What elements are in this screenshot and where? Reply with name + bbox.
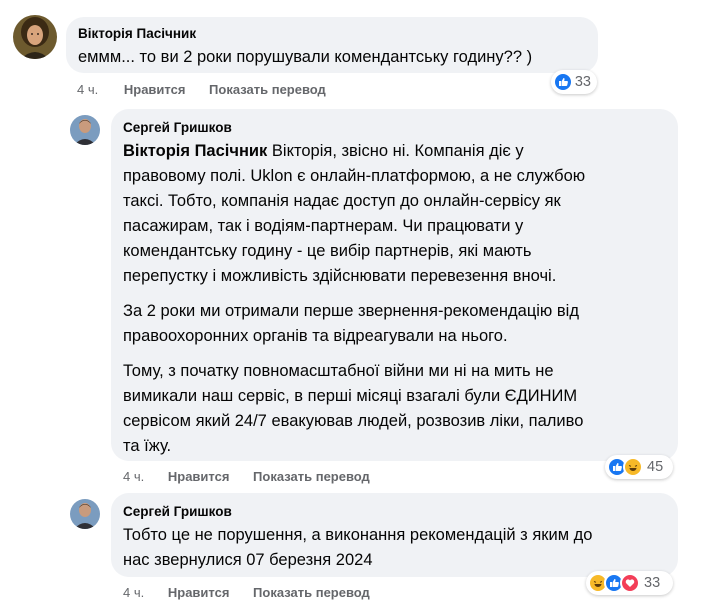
- avatar-viktoriia[interactable]: [13, 15, 57, 59]
- reaction-count: 33: [574, 74, 591, 90]
- reply-bubble: Сергей Гришков Вікторія Пасічник Вікторі…: [111, 109, 678, 461]
- reaction-count: 33: [644, 575, 661, 591]
- reply-line: пасажирам, так і водіям-партнерам. Чи пр…: [123, 217, 524, 235]
- like-button[interactable]: Нравится: [168, 585, 230, 600]
- like-button[interactable]: Нравится: [124, 82, 186, 97]
- timestamp[interactable]: 4 ч.: [123, 469, 144, 485]
- reply-line: За 2 роки ми отримали перше звернення-ре…: [123, 302, 579, 320]
- reaction-count: 45: [647, 459, 664, 475]
- reply-line: комендантську годину - це вибір партнері…: [123, 242, 532, 260]
- reply-line: Тому, з початку повномасштабної війни ми…: [123, 362, 554, 380]
- reply-line: нас звернулися 07 березня 2024: [123, 551, 373, 569]
- reply-paragraph-2: За 2 роки ми отримали перше звернення-ре…: [123, 299, 666, 349]
- avatar-serhii[interactable]: [70, 115, 100, 145]
- reply-bubble: Сергей Гришков Тобто це не порушення, а …: [111, 493, 678, 577]
- reply-line: Тобто це не порушення, а виконання реком…: [123, 526, 593, 544]
- like-button[interactable]: Нравится: [168, 469, 230, 484]
- like-icon: [553, 72, 573, 92]
- love-icon: [620, 573, 640, 593]
- reply-line: перепустку і можливість здійснювати пере…: [123, 267, 557, 285]
- avatar-serhii[interactable]: [70, 499, 100, 529]
- mention-link[interactable]: Вікторія Пасічник: [123, 142, 267, 160]
- reply-text: Тобто це не порушення, а виконання реком…: [123, 523, 666, 573]
- reply-line: таксі. Тобто, компанія надає доступ до о…: [123, 192, 561, 210]
- haha-icon: [623, 457, 643, 477]
- reaction-summary[interactable]: 45: [605, 455, 673, 479]
- reaction-summary[interactable]: 33: [586, 571, 673, 595]
- comment-text: еммм... то ви 2 роки порушували комендан…: [78, 48, 533, 66]
- timestamp[interactable]: 4 ч.: [77, 82, 98, 98]
- timestamp[interactable]: 4 ч.: [123, 585, 144, 601]
- comment-actions: 4 ч. Нравится Показать перевод: [77, 82, 341, 98]
- reply-line: та їжу.: [123, 437, 172, 455]
- reply-paragraph-3: Тому, з початку повномасштабної війни ми…: [123, 359, 666, 459]
- reply-author[interactable]: Сергей Гришков: [123, 119, 666, 137]
- translate-button[interactable]: Показать перевод: [253, 469, 370, 484]
- reaction-summary[interactable]: 33: [551, 70, 597, 94]
- reply-author[interactable]: Сергей Гришков: [123, 503, 666, 521]
- reply-line: вимикали наш сервіс, в перші місяці взаг…: [123, 387, 578, 405]
- translate-button[interactable]: Показать перевод: [209, 82, 326, 97]
- reply-actions: 4 ч. Нравится Показать перевод: [123, 585, 385, 601]
- reply-text: Вікторія Пасічник Вікторія, звісно ні. К…: [123, 139, 666, 459]
- reply-line: правовому полі. Uklon є онлайн-платформо…: [123, 167, 586, 185]
- comment-bubble: Вікторія Пасічник еммм... то ви 2 роки п…: [66, 17, 598, 73]
- reply-line: Вікторія, звісно ні. Компанія діє у: [267, 142, 524, 160]
- translate-button[interactable]: Показать перевод: [253, 585, 370, 600]
- reply-paragraph-1: Вікторія Пасічник Вікторія, звісно ні. К…: [123, 139, 666, 289]
- comment-author[interactable]: Вікторія Пасічник: [78, 25, 586, 43]
- reply-actions: 4 ч. Нравится Показать перевод: [123, 469, 385, 485]
- reply-line: сервісом який 24/7 евакуював людей, розв…: [123, 412, 584, 430]
- reply-line: правоохоронних органів та відреагували н…: [123, 327, 508, 345]
